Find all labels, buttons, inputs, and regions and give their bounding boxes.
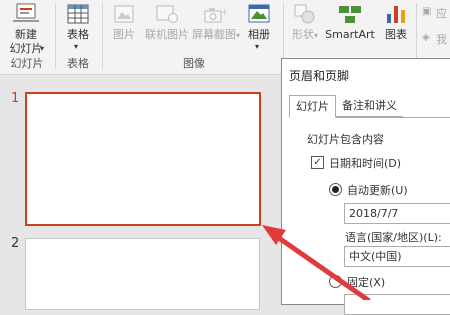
annotation-arrow [262,225,371,300]
tab-slides[interactable]: 幻灯片 [289,95,336,118]
